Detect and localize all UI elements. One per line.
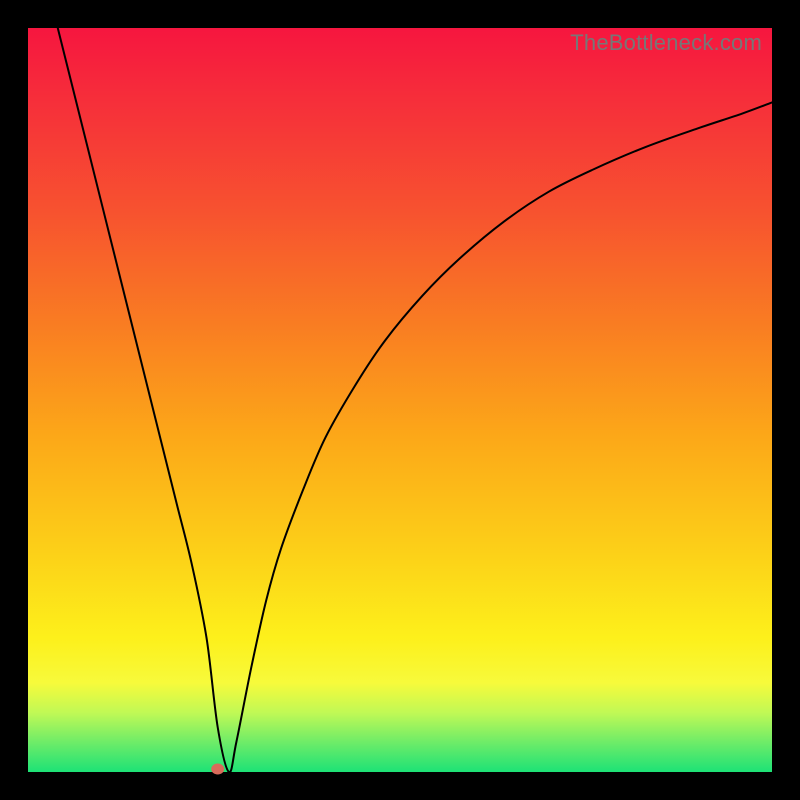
chart-frame: TheBottleneck.com (0, 0, 800, 800)
chart-svg (28, 28, 772, 772)
min-marker (212, 764, 224, 774)
plot-area: TheBottleneck.com (28, 28, 772, 772)
bottleneck-curve (58, 28, 772, 772)
